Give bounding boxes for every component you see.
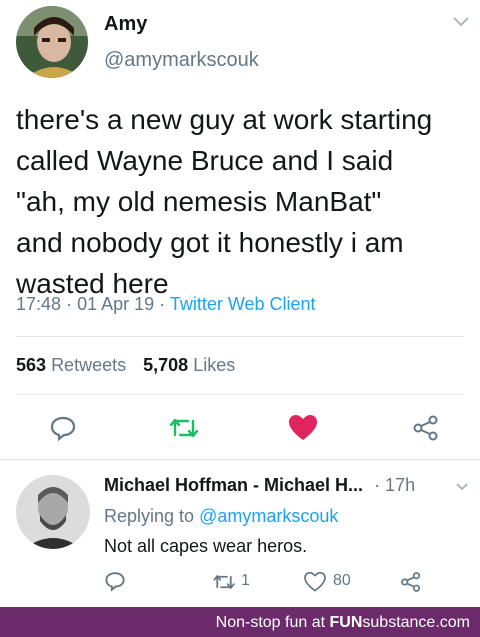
retweets-label: Retweets bbox=[51, 355, 127, 375]
tweet-text-line: "ah, my old nemesis ManBat" bbox=[16, 186, 382, 217]
timestamp-row: 17:48 · 01 Apr 19 · Twitter Web Client bbox=[16, 294, 316, 315]
watermark-prefix: Non-stop fun at bbox=[215, 614, 330, 631]
tweet-text: there's a new guy at work starting calle… bbox=[16, 99, 432, 304]
separator: · bbox=[66, 294, 73, 314]
reply-icon[interactable] bbox=[49, 414, 77, 442]
reply-retweet-count: 1 bbox=[241, 572, 250, 589]
tweet-text-line: called Wayne Bruce and I said bbox=[16, 145, 394, 176]
replying-handle-link[interactable]: @amymarkscouk bbox=[199, 506, 338, 526]
likes-stat[interactable]: 5,708 Likes bbox=[143, 355, 235, 375]
watermark-text[interactable]: Non-stop fun at FUNsubstance.com bbox=[216, 614, 470, 632]
tweet-text-line: and nobody got it honestly i am bbox=[16, 227, 404, 258]
tweet-time[interactable]: 17:48 bbox=[16, 294, 61, 314]
share-icon[interactable] bbox=[412, 414, 440, 442]
tweet-date[interactable]: 01 Apr 19 bbox=[77, 294, 154, 314]
avatar-image bbox=[16, 6, 88, 78]
avatar[interactable] bbox=[16, 6, 88, 78]
heart-icon[interactable] bbox=[288, 414, 318, 442]
reply-retweet-icon[interactable] bbox=[212, 572, 236, 592]
separator: · bbox=[159, 294, 166, 314]
reply-share-icon[interactable] bbox=[400, 571, 422, 593]
reply-avatar-image bbox=[16, 475, 90, 549]
chevron-down-icon[interactable] bbox=[452, 16, 470, 28]
reply-avatar[interactable] bbox=[16, 475, 90, 549]
watermark-bar: Non-stop fun at FUNsubstance.com bbox=[0, 607, 480, 637]
retweets-stat[interactable]: 563 Retweets bbox=[16, 355, 131, 375]
watermark-brand: FUN bbox=[329, 614, 363, 631]
reply-header: Michael Hoffman - Michael H... · 17h bbox=[104, 475, 415, 496]
reply-like-count: 80 bbox=[333, 572, 351, 589]
replying-to: Replying to @amymarkscouk bbox=[104, 506, 338, 527]
retweet-icon[interactable] bbox=[168, 415, 200, 441]
replying-prefix: Replying to bbox=[104, 506, 195, 526]
handle[interactable]: @amymarkscouk bbox=[104, 49, 259, 72]
reply-display-name[interactable]: Michael Hoffman - Michael H... bbox=[104, 475, 363, 495]
display-name[interactable]: Amy bbox=[104, 13, 147, 36]
chevron-down-icon[interactable] bbox=[455, 482, 469, 492]
tweet-text-line: there's a new guy at work starting bbox=[16, 104, 433, 135]
divider bbox=[16, 394, 464, 395]
watermark-suffix: substance.com bbox=[362, 614, 470, 631]
likes-label: Likes bbox=[193, 355, 236, 375]
likes-count: 5,708 bbox=[143, 355, 189, 375]
retweets-count: 563 bbox=[16, 355, 47, 375]
client-link[interactable]: Twitter Web Client bbox=[170, 294, 316, 314]
reply-reply-icon[interactable] bbox=[104, 570, 126, 592]
divider bbox=[16, 336, 464, 337]
reply-text: Not all capes wear heros. bbox=[104, 536, 308, 556]
stats-row: 563 Retweets 5,708 Likes bbox=[16, 355, 235, 376]
divider bbox=[0, 459, 480, 460]
reply-time[interactable]: · 17h bbox=[374, 475, 415, 495]
reply-heart-icon[interactable] bbox=[304, 572, 326, 592]
